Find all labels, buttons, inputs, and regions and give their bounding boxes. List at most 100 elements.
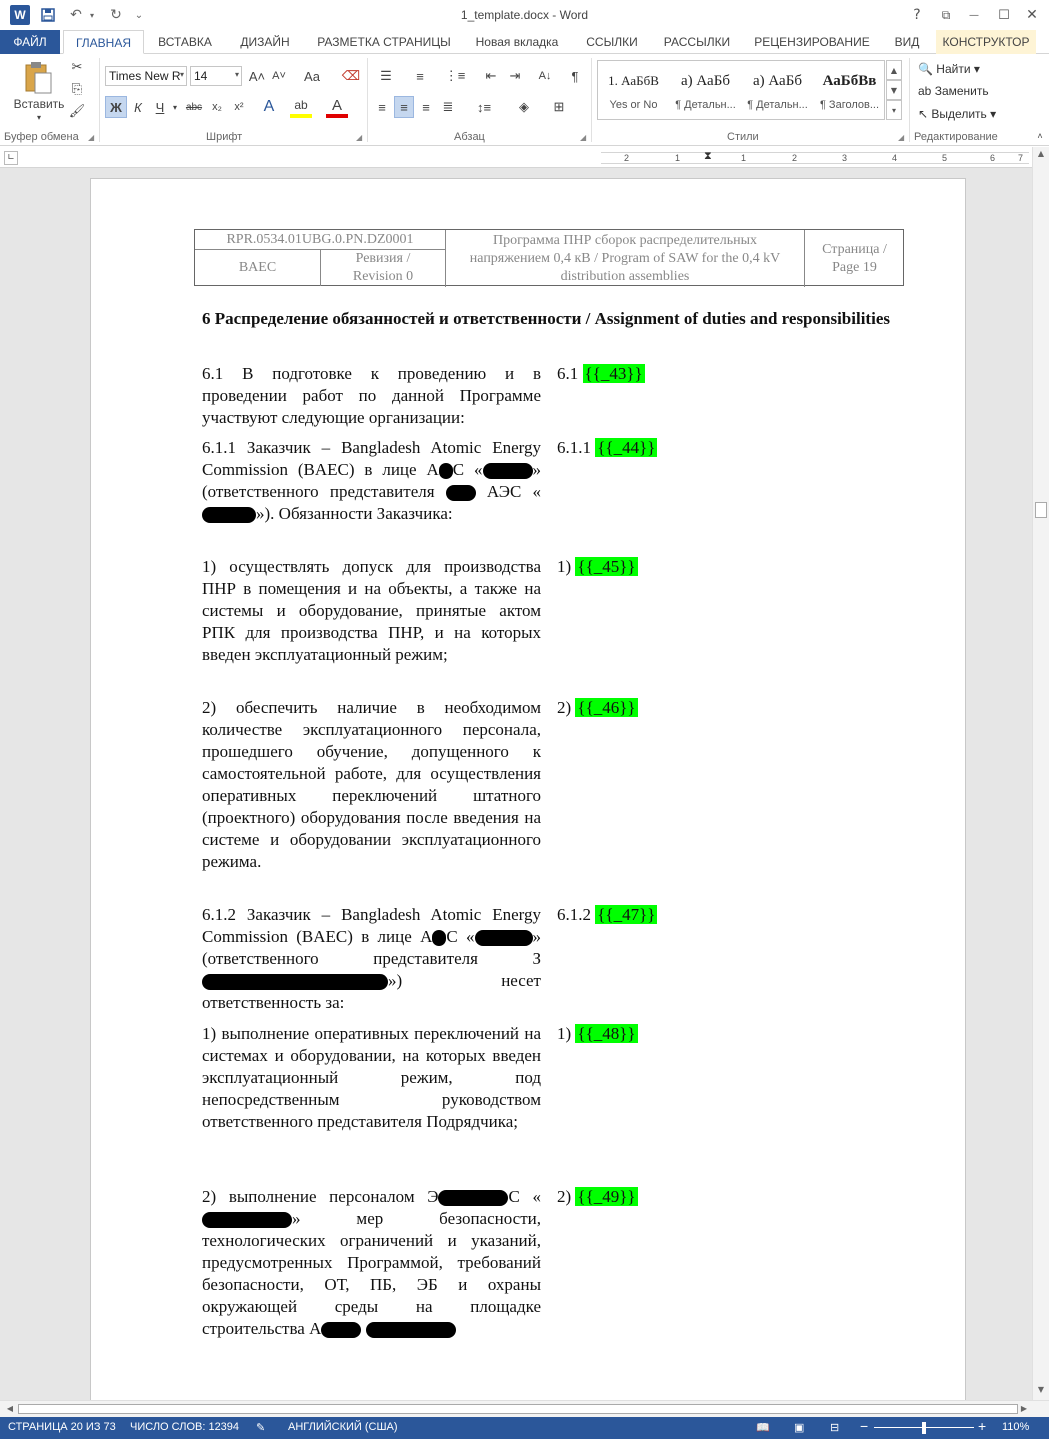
paste-icon[interactable] — [18, 60, 58, 96]
scroll-down-icon[interactable]: ▼ — [1033, 1385, 1049, 1394]
numbering-icon[interactable]: ≡ — [406, 66, 434, 86]
style-item[interactable]: 1. АаБбВ Yes or No — [598, 61, 669, 119]
font-name-combo[interactable]: Times New R ▾ — [105, 66, 187, 86]
tab-selector-icon[interactable]: ∟ — [4, 151, 18, 165]
scroll-left-icon[interactable]: ◀ — [2, 1404, 18, 1413]
clipboard-launcher-icon[interactable]: ◢ — [88, 133, 94, 142]
word-count[interactable]: ЧИСЛО СЛОВ: 12394 — [130, 1421, 239, 1433]
text-effects-button[interactable]: A — [258, 96, 280, 118]
change-case-button[interactable]: Aa — [298, 66, 326, 86]
underline-button[interactable]: Ч — [151, 96, 169, 118]
paragraph-launcher-icon[interactable]: ◢ — [580, 133, 586, 142]
document-canvas[interactable]: RPR.0534.01UBG.0.PN.DZ0001 BAEC Ревизия … — [0, 167, 1032, 1400]
tab-home[interactable]: ГЛАВНАЯ — [63, 30, 144, 54]
vertical-scroll-thumb[interactable] — [1035, 502, 1047, 518]
styles-scroll-up-icon[interactable]: ▲ — [886, 60, 902, 80]
paste-button[interactable]: Вставить — [10, 96, 68, 112]
horizontal-scroll-thumb[interactable] — [18, 1404, 1018, 1414]
language-indicator[interactable]: АНГЛИЙСКИЙ (США) — [288, 1421, 398, 1433]
superscript-button[interactable]: x² — [229, 96, 249, 118]
format-painter-icon[interactable]: 🖌 — [68, 102, 86, 120]
template-placeholder[interactable]: {{_47}} — [595, 905, 658, 924]
minimize-icon[interactable]: — — [962, 4, 986, 26]
line-spacing-icon[interactable]: ↕≡ — [470, 96, 498, 118]
styles-launcher-icon[interactable]: ◢ — [898, 133, 904, 142]
shrink-font-button[interactable]: A˅ — [270, 66, 288, 86]
template-placeholder[interactable]: {{_45}} — [575, 557, 638, 576]
template-placeholder[interactable]: {{_48}} — [575, 1024, 638, 1043]
collapse-ribbon-icon[interactable]: ˄ — [1034, 130, 1046, 142]
vertical-scrollbar[interactable]: ▲ ▼ — [1032, 147, 1049, 1400]
style-item[interactable]: АаБбВв ¶ Заголов... — [814, 61, 885, 119]
tab-layout[interactable]: РАЗМЕТКА СТРАНИЦЫ — [310, 30, 458, 54]
highlight-button[interactable]: ab — [290, 96, 312, 118]
font-color-button[interactable]: A — [326, 96, 348, 118]
font-size-combo[interactable]: 14 ▾ — [190, 66, 242, 86]
cut-icon[interactable]: ✂ — [68, 58, 86, 76]
zoom-slider-thumb[interactable] — [922, 1422, 926, 1434]
document-page[interactable]: RPR.0534.01UBG.0.PN.DZ0001 BAEC Ревизия … — [90, 178, 966, 1400]
copy-icon[interactable]: ⎘ — [68, 80, 86, 98]
align-right-icon[interactable]: ≡ — [416, 96, 436, 118]
align-center-icon[interactable]: ≡ — [394, 96, 414, 118]
styles-more-icon[interactable]: ▾ — [886, 100, 902, 120]
find-button[interactable]: 🔍 Найти ▾ — [918, 62, 980, 76]
select-button[interactable]: ↖ Выделить ▾ — [918, 107, 996, 121]
indent-marker-icon[interactable]: ⧗ — [704, 150, 712, 163]
replace-button[interactable]: ab Заменить — [918, 84, 989, 98]
status-bar: СТРАНИЦА 20 ИЗ 73 ЧИСЛО СЛОВ: 12394 ✎ АН… — [0, 1417, 1049, 1439]
grow-font-button[interactable]: A˄ — [248, 66, 266, 86]
show-formatting-icon[interactable]: ¶ — [565, 66, 585, 86]
horizontal-scrollbar[interactable]: ◀ ▶ — [0, 1400, 1049, 1417]
maximize-icon[interactable]: ☐ — [992, 4, 1016, 26]
clear-formatting-icon[interactable]: ⌫ — [340, 66, 362, 86]
web-layout-icon[interactable]: ⊟ — [830, 1421, 839, 1434]
tab-design[interactable]: ДИЗАЙН — [228, 30, 302, 54]
decrease-indent-icon[interactable]: ⇤ — [481, 66, 501, 86]
italic-button[interactable]: К — [129, 96, 147, 118]
scroll-up-icon[interactable]: ▲ — [1033, 149, 1049, 158]
increase-indent-icon[interactable]: ⇥ — [505, 66, 525, 86]
style-sample: а) АаБб — [681, 73, 730, 89]
style-item[interactable]: а) АаБб ¶ Детальн... — [742, 61, 813, 119]
styles-scroll-down-icon[interactable]: ▼ — [886, 80, 902, 100]
proofing-icon[interactable]: ✎ — [256, 1421, 265, 1434]
ribbon-display-icon[interactable]: ⧉ — [934, 4, 958, 26]
zoom-level[interactable]: 110% — [1002, 1421, 1029, 1433]
tab-review[interactable]: РЕЦЕНЗИРОВАНИЕ — [746, 30, 878, 54]
page-count[interactable]: СТРАНИЦА 20 ИЗ 73 — [8, 1421, 116, 1433]
multilevel-list-icon[interactable]: ⋮≡ — [440, 66, 470, 86]
sort-icon[interactable]: A↓ — [535, 66, 555, 86]
underline-dropdown-icon[interactable]: ▾ — [170, 96, 180, 118]
template-placeholder[interactable]: {{_49}} — [575, 1187, 638, 1206]
strikethrough-button[interactable]: abc — [183, 96, 205, 118]
template-placeholder[interactable]: {{_43}} — [582, 364, 645, 383]
help-icon[interactable]: ? — [905, 4, 929, 26]
read-mode-icon[interactable]: 📖 — [756, 1421, 770, 1434]
borders-icon[interactable]: ⊞ — [545, 96, 573, 118]
tab-constructor[interactable]: КОНСТРУКТОР — [936, 30, 1036, 54]
bullets-icon[interactable]: ☰ — [372, 66, 400, 86]
tab-file[interactable]: ФАЙЛ — [0, 30, 60, 54]
bold-button[interactable]: Ж — [105, 96, 127, 118]
tab-mailings[interactable]: РАССЫЛКИ — [656, 30, 738, 54]
subscript-button[interactable]: x₂ — [207, 96, 227, 118]
template-placeholder[interactable]: {{_44}} — [595, 438, 658, 457]
paste-dropdown-icon[interactable]: ▾ — [34, 112, 44, 122]
tab-new[interactable]: Новая вкладка — [466, 30, 568, 54]
justify-icon[interactable]: ≣ — [438, 96, 458, 118]
close-icon[interactable]: ✕ — [1020, 4, 1044, 26]
print-layout-icon[interactable]: ▣ — [794, 1421, 804, 1434]
align-left-icon[interactable]: ≡ — [372, 96, 392, 118]
tab-references[interactable]: ССЫЛКИ — [576, 30, 648, 54]
horizontal-ruler[interactable]: 2 1 ⧗ 1 2 3 4 5 6 7 — [601, 150, 1029, 164]
zoom-in-button[interactable]: + — [978, 1418, 986, 1434]
scroll-right-icon[interactable]: ▶ — [1016, 1404, 1032, 1413]
shading-icon[interactable]: ◈ — [510, 96, 538, 118]
zoom-out-button[interactable]: − — [860, 1418, 868, 1434]
style-item[interactable]: а) АаБб ¶ Детальн... — [670, 61, 741, 119]
tab-insert[interactable]: ВСТАВКА — [150, 30, 220, 54]
template-placeholder[interactable]: {{_46}} — [575, 698, 638, 717]
tab-view[interactable]: ВИД — [886, 30, 928, 54]
font-launcher-icon[interactable]: ◢ — [356, 133, 362, 142]
